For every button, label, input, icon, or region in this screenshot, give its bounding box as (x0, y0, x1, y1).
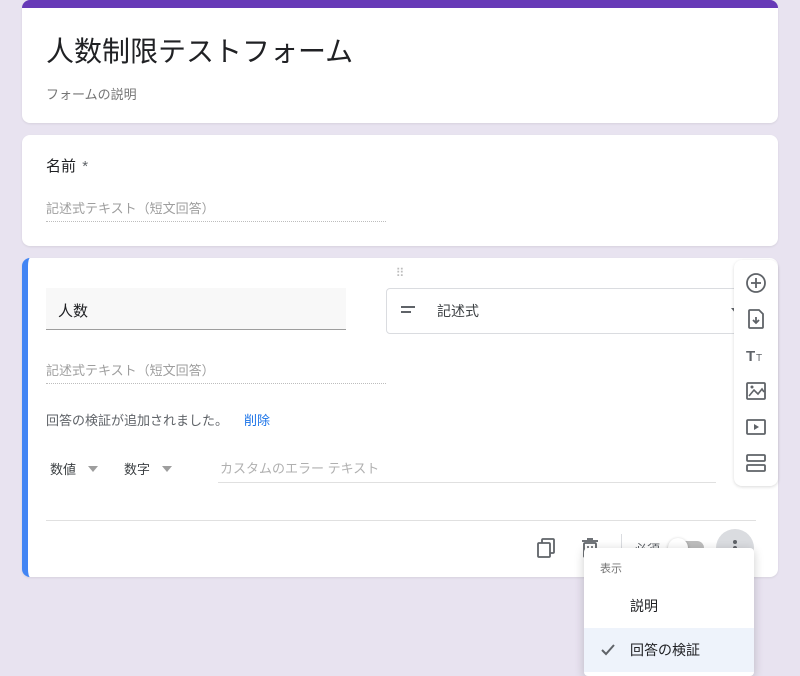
short-text-icon (401, 305, 419, 317)
question-title-text: 名前 (46, 158, 76, 175)
short-answer-placeholder: 記述式テキスト（短文回答） (46, 198, 386, 222)
validation-delete-link[interactable]: 削除 (244, 410, 270, 429)
validation-type-select[interactable]: 数値 (46, 453, 102, 484)
short-answer-preview: 記述式テキスト（短文回答） (46, 360, 386, 384)
validation-type-label: 数値 (50, 459, 76, 478)
import-questions-button[interactable] (738, 302, 774, 336)
more-options-menu: 表示 説明 回答の検証 (584, 548, 754, 676)
dropdown-arrow-icon (88, 466, 98, 472)
svg-text:T: T (746, 348, 755, 363)
form-header-card: 人数制限テストフォーム フォームの説明 (22, 0, 778, 123)
question-card-name[interactable]: 名前 * 記述式テキスト（短文回答） (22, 135, 778, 246)
question-title: 名前 * (46, 155, 754, 176)
validation-added-text: 回答の検証が追加されました。 (46, 410, 228, 429)
add-video-button[interactable] (738, 410, 774, 444)
question-type-label: 記述式 (437, 301, 479, 321)
validation-condition-label: 数字 (124, 459, 150, 478)
menu-item-label: 回答の検証 (630, 640, 700, 660)
question-card-people-active: ⠿ 記述式 記述式テキスト（短文回答） 回答の検証が追加されました。 削除 (22, 258, 778, 577)
menu-item-validation[interactable]: 回答の検証 (584, 628, 754, 672)
side-toolbar: TT (734, 260, 778, 486)
question-title-input[interactable] (46, 288, 346, 330)
drag-handle-icon[interactable]: ⠿ (46, 268, 756, 282)
add-section-button[interactable] (738, 446, 774, 480)
menu-item-label: 説明 (630, 596, 658, 616)
validation-config-row: 数値 数字 (46, 449, 756, 490)
question-type-select[interactable]: 記述式 (386, 288, 756, 334)
check-icon (600, 644, 616, 656)
add-question-button[interactable] (738, 266, 774, 300)
add-image-button[interactable] (738, 374, 774, 408)
duplicate-button[interactable] (527, 529, 565, 567)
add-title-button[interactable]: TT (738, 338, 774, 372)
validation-condition-select[interactable]: 数字 (120, 453, 200, 484)
menu-item-description[interactable]: 説明 (584, 584, 754, 628)
validation-error-input[interactable] (218, 455, 716, 483)
question-title-input-wrap (46, 288, 346, 330)
menu-header: 表示 (584, 554, 754, 584)
form-description[interactable]: フォームの説明 (46, 84, 754, 103)
required-mark: * (82, 158, 88, 175)
form-title[interactable]: 人数制限テストフォーム (46, 30, 754, 70)
svg-text:T: T (756, 353, 762, 363)
dropdown-arrow-icon (162, 466, 172, 472)
validation-added-row: 回答の検証が追加されました。 削除 (46, 410, 756, 429)
